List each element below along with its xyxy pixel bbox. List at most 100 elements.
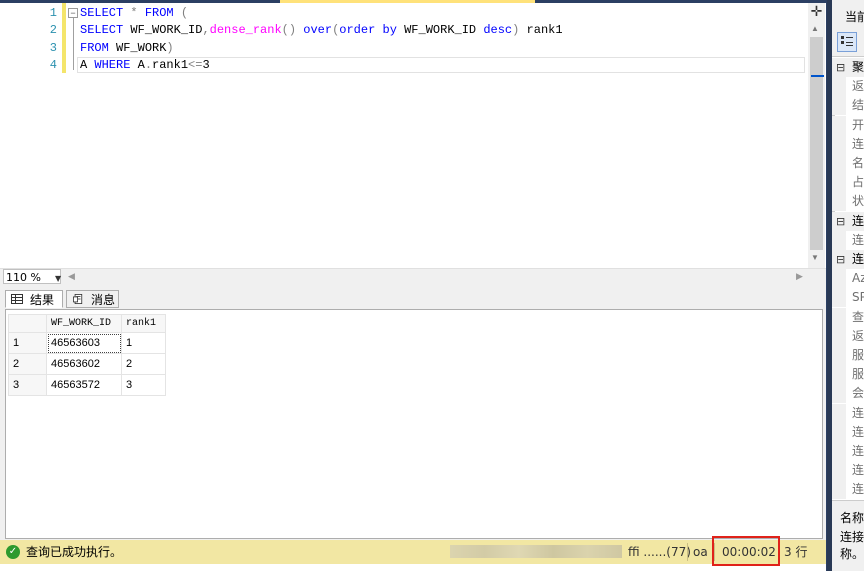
column-header[interactable]: rank1	[121, 314, 166, 333]
line-number: 3	[49, 40, 57, 55]
code-token: by	[382, 23, 397, 38]
property-row[interactable]: 连	[832, 134, 864, 154]
panel-splitter[interactable]	[827, 0, 832, 571]
code-token: A	[130, 57, 145, 72]
property-category[interactable]: ⊟ 聚	[832, 58, 864, 77]
status-separator	[687, 543, 688, 561]
status-row-count: 3 行	[784, 545, 808, 559]
property-row[interactable]: 连	[832, 461, 864, 481]
table-row[interactable]: 2 46563602 2	[8, 353, 166, 375]
code-token: dense_rank	[209, 23, 282, 38]
rank-cell[interactable]: 2	[121, 353, 166, 375]
property-label: 占	[852, 175, 864, 190]
wf-work-id-cell[interactable]: 46563572	[46, 374, 122, 396]
editor-vertical-scrollbar[interactable]: ✛ ▲ ▼	[808, 3, 825, 268]
properties-title: 当前	[845, 10, 864, 24]
wf-work-id-cell[interactable]: 46563602	[46, 353, 122, 375]
code-line[interactable]: FROM WF_WORK)	[80, 40, 174, 57]
outline-guide-line	[73, 18, 74, 70]
collapse-icon[interactable]: ⊟	[836, 58, 845, 77]
scroll-thumb[interactable]	[810, 37, 823, 250]
code-token: FROM	[80, 40, 109, 55]
row-number-header[interactable]	[8, 314, 47, 333]
property-row[interactable]: 连	[832, 422, 864, 442]
categorized-list-icon	[841, 36, 853, 46]
property-category[interactable]: ⊟ 连	[832, 250, 864, 269]
property-label: 服	[852, 348, 864, 362]
property-label: 连	[852, 232, 864, 247]
split-editor-icon[interactable]: ✛	[808, 3, 825, 20]
code-line[interactable]: SELECT WF_WORK_ID,dense_rank() over(orde…	[80, 22, 563, 39]
code-token: A	[80, 57, 95, 72]
property-label: 连	[852, 482, 864, 497]
property-row[interactable]: 返	[832, 326, 864, 346]
table-row[interactable]: 1 46563603 1	[8, 332, 166, 354]
zoom-and-hscroll-row: 110 % ▼ ◀ ▶	[0, 268, 826, 286]
status-message: 查询已成功执行。	[26, 545, 123, 559]
property-row[interactable]: 名	[832, 154, 864, 173]
property-row[interactable]: SP	[832, 288, 864, 308]
column-header[interactable]: WF_WORK_ID	[46, 314, 122, 333]
property-row[interactable]: 结	[832, 96, 864, 116]
categorized-view-button[interactable]	[837, 32, 857, 52]
message-document-icon	[73, 294, 83, 304]
property-category[interactable]: ⊟ 连	[832, 211, 864, 231]
tab-results-label: 结果	[30, 293, 55, 307]
code-line[interactable]: SELECT * FROM (	[80, 5, 188, 22]
results-grid[interactable]: WF_WORK_ID rank1 1 46563603 1 2 46563602 2 3 46…	[5, 309, 823, 539]
property-description-title: 名称	[840, 511, 864, 525]
property-description-line: 连接	[840, 530, 864, 544]
row-number-cell[interactable]: 2	[8, 353, 47, 375]
property-row[interactable]: 连	[832, 442, 864, 461]
collapse-icon[interactable]: −	[68, 8, 78, 18]
property-label: 连	[852, 136, 864, 151]
rank-cell[interactable]: 1	[121, 332, 166, 354]
property-label: 连	[852, 424, 864, 439]
property-row[interactable]: Az	[832, 269, 864, 289]
property-row[interactable]: 会	[832, 384, 864, 404]
scroll-left-arrow-icon[interactable]: ◀	[68, 271, 75, 282]
code-token: WF_WORK	[108, 40, 167, 55]
property-row[interactable]: 服	[832, 365, 864, 385]
code-token: .	[144, 57, 153, 72]
code-token: *	[130, 6, 138, 20]
code-token: ()	[281, 23, 297, 38]
row-number-cell[interactable]: 1	[8, 332, 47, 354]
property-row[interactable]: 返	[832, 77, 864, 97]
collapse-icon[interactable]: ⊟	[836, 212, 845, 231]
table-row[interactable]: 3 46563572 3	[8, 374, 166, 396]
code-token: (	[180, 6, 189, 20]
scroll-down-arrow-icon[interactable]: ▼	[811, 253, 819, 262]
zoom-select[interactable]: 110 % ▼	[3, 269, 61, 284]
line-number: 4	[49, 57, 57, 72]
chevron-down-icon[interactable]: ▼	[55, 271, 61, 286]
property-row[interactable]: 状	[832, 192, 864, 212]
property-row[interactable]: 占	[832, 173, 864, 193]
tab-results[interactable]: 结果	[5, 290, 63, 308]
rank-cell[interactable]: 3	[121, 374, 166, 396]
property-label: 名	[852, 156, 864, 170]
property-row[interactable]: 查	[832, 307, 864, 327]
sql-editor[interactable]: 1234 − SELECT * FROM (SELECT WF_WORK_ID,…	[5, 3, 807, 268]
property-row[interactable]: 连	[832, 230, 864, 250]
code-line[interactable]: A WHERE A.rank1<=3	[80, 57, 210, 74]
collapse-icon[interactable]: ⊟	[836, 250, 845, 269]
row-number-cell[interactable]: 3	[8, 374, 47, 396]
scroll-up-arrow-icon[interactable]: ▲	[811, 24, 819, 33]
zoom-value: 110 %	[6, 271, 41, 284]
property-row[interactable]: 连	[832, 480, 864, 500]
status-bar: ✓ 查询已成功执行。 ffi ......(77) oa 00:00:02 3 …	[0, 540, 826, 564]
code-token: <=	[188, 57, 203, 72]
elapsed-time-highlight-box	[712, 536, 780, 566]
code-token: rank1	[519, 23, 563, 38]
property-row[interactable]: 开	[832, 115, 864, 135]
tab-messages[interactable]: 消息	[66, 290, 119, 308]
property-row[interactable]: 服	[832, 346, 864, 365]
wf-work-id-cell[interactable]: 46563603	[46, 332, 122, 354]
property-row[interactable]: 连	[832, 403, 864, 423]
results-pane: 结果 消息 WF_WORK_ID rank1 1 46563603 1 2 465636…	[0, 286, 826, 540]
scroll-right-arrow-icon[interactable]: ▶	[796, 271, 803, 282]
properties-grid[interactable]: ⊟聚返结开连名占状⊟连连⊟连AzSP查返服服会连连连连连显	[832, 56, 864, 519]
line-number-gutter: 1 2 3 4	[5, 3, 60, 268]
